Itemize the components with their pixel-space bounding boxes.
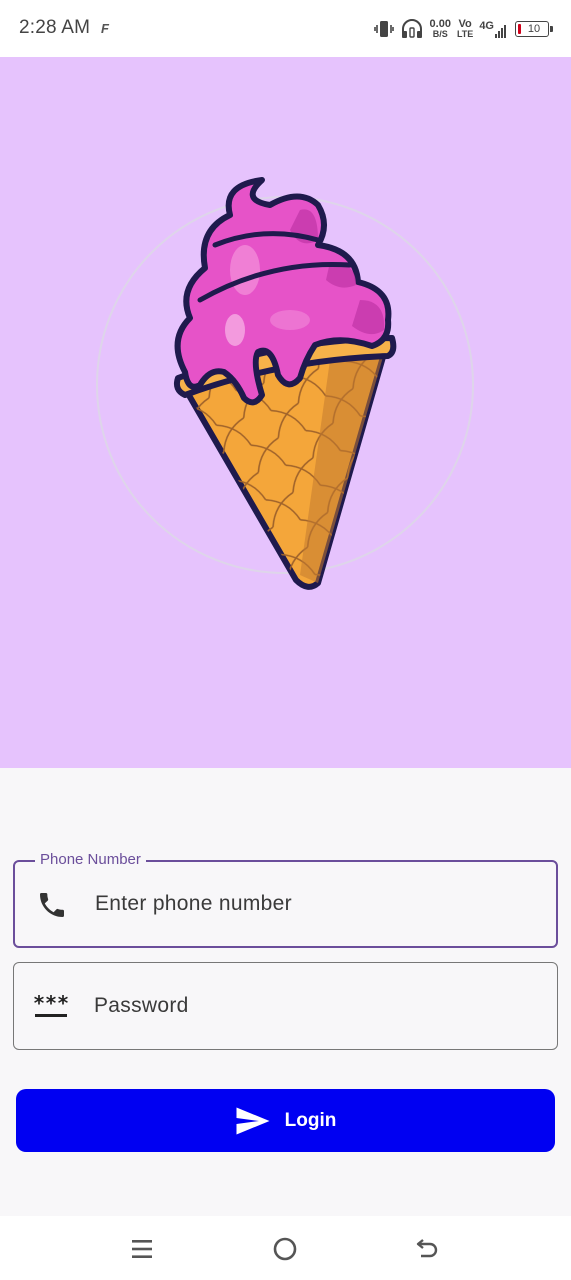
app-notification-icon: F [101,21,109,36]
ice-cream-cone-icon [96,177,474,590]
menu-icon[interactable] [122,1232,162,1266]
hero-banner [0,57,571,768]
back-icon[interactable] [408,1232,448,1266]
password-input[interactable]: Password [94,994,189,1018]
send-icon [236,1107,270,1134]
login-label: Login [284,1109,337,1131]
battery-icon: 10 [515,21,553,37]
volte-bottom: LTE [456,29,474,39]
status-time: 2:28 AM [19,17,91,38]
home-icon[interactable] [265,1232,305,1266]
phone-number-label: Phone Number [35,851,146,869]
net-speed: 0.00 B/S [430,19,451,39]
login-button[interactable]: Login [16,1089,555,1152]
vibrate-icon [373,21,394,37]
status-bar: 2:28 AM F 0.00 B/S Vo LTE 4G 10 [0,0,571,57]
password-field[interactable]: *** Password [13,962,558,1050]
password-icon: *** [32,989,70,1023]
network-indicator: 4G [479,19,509,38]
login-screen: 2:28 AM F 0.00 B/S Vo LTE 4G 10 Phone Nu… [0,0,571,1280]
phone-number-input[interactable]: Enter phone number [95,892,292,916]
net-speed-unit: B/S [432,29,448,39]
signal-icon [495,24,506,38]
battery-percent: 10 [527,23,541,35]
phone-number-field[interactable]: Phone Number Enter phone number [13,851,558,948]
password-icon-stars: *** [32,990,70,1015]
volte-indicator: Vo LTE [457,19,473,39]
status-icons: 0.00 B/S Vo LTE 4G 10 [373,16,553,42]
phone-icon [35,888,69,922]
network-type: 4G [479,19,494,32]
system-nav-bar [0,1216,571,1280]
headphones-icon [401,19,422,38]
battery-level [518,24,521,34]
